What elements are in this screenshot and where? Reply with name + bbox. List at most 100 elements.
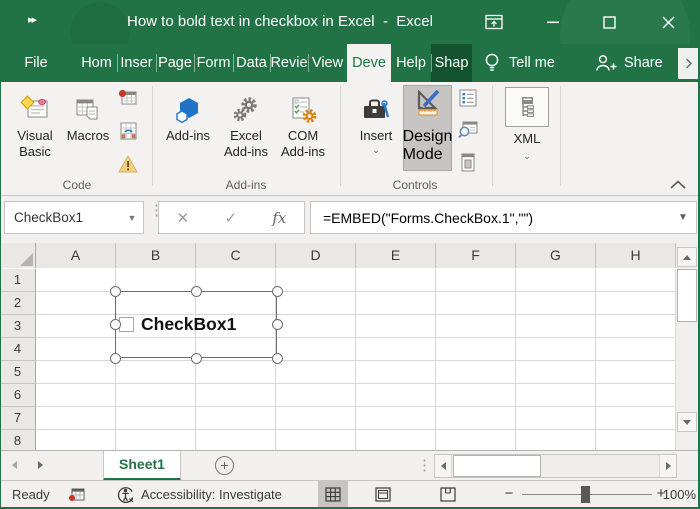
cell-C5[interactable]: [196, 361, 276, 384]
cell-A4[interactable]: [36, 338, 116, 361]
minimize-button[interactable]: [530, 0, 576, 44]
cell-F4[interactable]: [436, 338, 516, 361]
cell-F1[interactable]: [436, 269, 516, 292]
scroll-right-button[interactable]: [659, 455, 676, 477]
xml-source-button[interactable]: [505, 87, 549, 127]
macro-security-button[interactable]: [117, 154, 139, 179]
excel-add-ins-button[interactable]: Excel Add-ins: [219, 85, 273, 175]
row-header-1[interactable]: 1: [0, 269, 36, 292]
horizontal-scrollbar[interactable]: [434, 454, 677, 478]
use-relative-references-button[interactable]: [117, 121, 139, 147]
zoom-slider-thumb[interactable]: [581, 486, 590, 503]
insert-dropdown-chevron[interactable]: ⌄: [372, 145, 380, 156]
cell-A5[interactable]: [36, 361, 116, 384]
cell-F7[interactable]: [436, 407, 516, 430]
selection-handle[interactable]: [190, 352, 202, 364]
visual-basic-button[interactable]: Visual Basic: [8, 85, 62, 175]
macros-button[interactable]: Macros: [63, 85, 113, 175]
more-ribbon-button[interactable]: [678, 48, 699, 79]
vertical-scrollbar[interactable]: [676, 243, 698, 450]
cell-A8[interactable]: [36, 430, 116, 450]
cell-B1[interactable]: [116, 269, 196, 292]
row-header-6[interactable]: 6: [0, 384, 36, 407]
row-header-2[interactable]: 2: [0, 292, 36, 315]
add-ins-button[interactable]: Add-ins: [162, 85, 214, 175]
page-layout-view-button[interactable]: [368, 481, 398, 508]
cell-C6[interactable]: [196, 384, 276, 407]
cell-G4[interactable]: [516, 338, 596, 361]
checkbox-control[interactable]: CheckBox1: [115, 291, 277, 358]
new-sheet-button[interactable]: +: [215, 456, 234, 475]
zoom-out-button[interactable]: −: [500, 481, 518, 508]
accessibility-status-button[interactable]: Accessibility: Investigate: [116, 481, 282, 508]
cell-H1[interactable]: [596, 269, 676, 292]
row-header-7[interactable]: 7: [0, 407, 36, 430]
cell-F3[interactable]: [436, 315, 516, 338]
cell-G8[interactable]: [516, 430, 596, 450]
view-code-button[interactable]: [457, 120, 479, 145]
row-header-3[interactable]: 3: [0, 315, 36, 338]
tab-revie[interactable]: Revie: [270, 44, 308, 82]
restore-button[interactable]: [586, 0, 632, 44]
selection-handle[interactable]: [271, 352, 283, 364]
cell-D3[interactable]: [276, 315, 356, 338]
cell-D1[interactable]: [276, 269, 356, 292]
com-add-ins-button[interactable]: COM Add-ins: [276, 85, 330, 175]
cell-G6[interactable]: [516, 384, 596, 407]
cell-H4[interactable]: [596, 338, 676, 361]
cell-F5[interactable]: [436, 361, 516, 384]
record-macro-button[interactable]: [117, 88, 139, 114]
cell-H5[interactable]: [596, 361, 676, 384]
cell-D5[interactable]: [276, 361, 356, 384]
selection-handle[interactable]: [109, 352, 121, 364]
cell-D7[interactable]: [276, 407, 356, 430]
vertical-scrollbar-thumb[interactable]: [677, 269, 697, 322]
column-header-A[interactable]: A: [36, 243, 116, 268]
cell-G5[interactable]: [516, 361, 596, 384]
cell-H2[interactable]: [596, 292, 676, 315]
cell-E3[interactable]: [356, 315, 436, 338]
scroll-down-button[interactable]: [677, 412, 697, 432]
cell-E8[interactable]: [356, 430, 436, 450]
cell-A6[interactable]: [36, 384, 116, 407]
selection-handle[interactable]: [109, 285, 121, 297]
tab-data[interactable]: Data: [233, 44, 270, 82]
cell-F6[interactable]: [436, 384, 516, 407]
cell-F2[interactable]: [436, 292, 516, 315]
share-button[interactable]: Share: [594, 44, 663, 82]
insert-function-button[interactable]: fx: [272, 209, 286, 227]
checkbox-square[interactable]: [119, 317, 134, 332]
cell-E4[interactable]: [356, 338, 436, 361]
cell-D6[interactable]: [276, 384, 356, 407]
previous-sheet-button[interactable]: [12, 461, 17, 469]
record-macro-status-button[interactable]: [68, 487, 85, 507]
cell-G2[interactable]: [516, 292, 596, 315]
cell-A3[interactable]: [36, 315, 116, 338]
selection-handle[interactable]: [271, 319, 283, 330]
tab-help[interactable]: Help: [391, 44, 431, 82]
sheet-tab-sheet1[interactable]: Sheet1: [103, 451, 181, 481]
enter-button[interactable]: ✓: [224, 209, 237, 227]
column-header-E[interactable]: E: [356, 243, 436, 268]
close-button[interactable]: [645, 0, 691, 44]
xml-dropdown-chevron[interactable]: ⌄: [505, 151, 549, 162]
tab-form[interactable]: Form: [194, 44, 233, 82]
cell-B7[interactable]: [116, 407, 196, 430]
design-mode-button[interactable]: Design Mode: [403, 85, 452, 171]
cell-H3[interactable]: [596, 315, 676, 338]
collapse-ribbon-button[interactable]: [666, 176, 690, 192]
tab-view[interactable]: View: [308, 44, 347, 82]
normal-view-button[interactable]: [318, 481, 348, 508]
tab-file[interactable]: File: [14, 44, 58, 82]
tab-hom[interactable]: Hom: [76, 44, 117, 82]
selection-handle[interactable]: [109, 319, 121, 330]
tab-bar-grip[interactable]: ⋮: [417, 458, 432, 473]
cell-E5[interactable]: [356, 361, 436, 384]
cell-B5[interactable]: [116, 361, 196, 384]
page-break-preview-button[interactable]: [433, 481, 463, 508]
formula-input[interactable]: =EMBED("Forms.CheckBox.1","") ▼: [310, 201, 697, 234]
cell-C7[interactable]: [196, 407, 276, 430]
column-header-D[interactable]: D: [276, 243, 356, 268]
row-header-4[interactable]: 4: [0, 338, 36, 361]
cell-E6[interactable]: [356, 384, 436, 407]
